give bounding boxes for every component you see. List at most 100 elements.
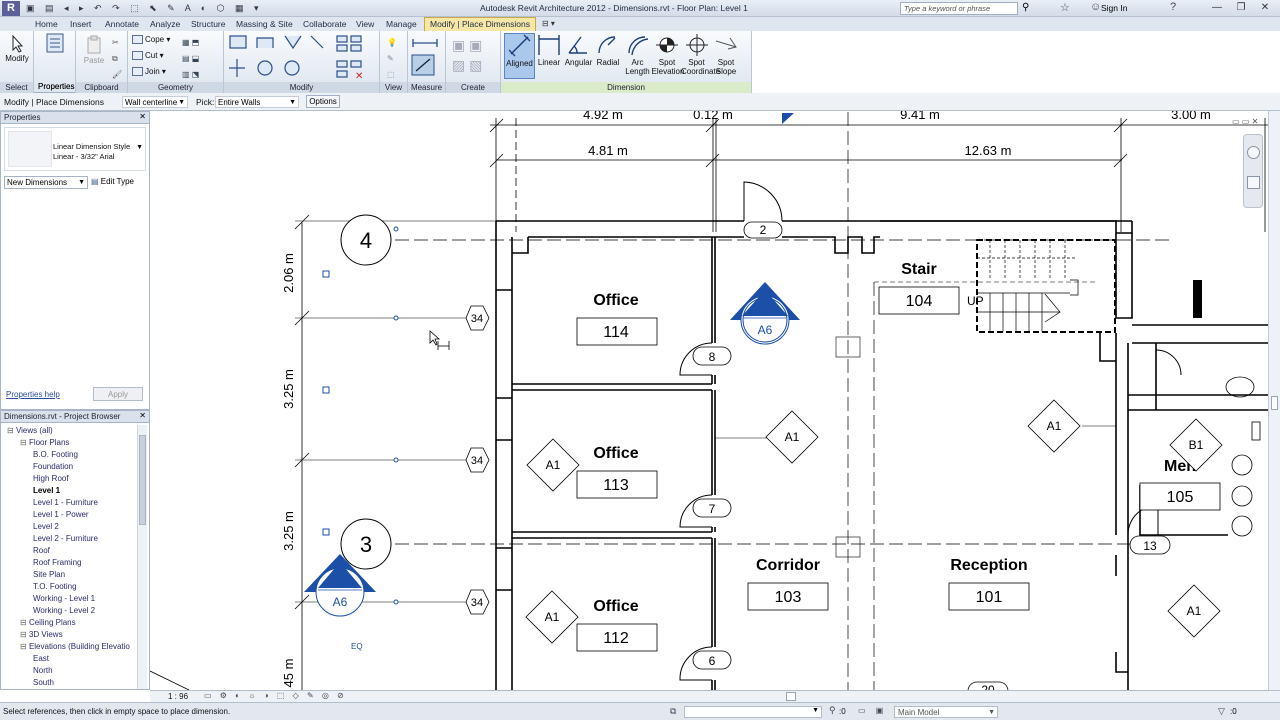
instance-filter-dropdown[interactable]: New Dimensions ▼ xyxy=(4,176,88,189)
dimension-spot-elevation-button[interactable]: Spot Elevation xyxy=(652,33,684,76)
tab-collaborate[interactable]: Collaborate xyxy=(298,17,351,31)
door-tag-8[interactable]: 8 xyxy=(709,350,716,364)
floor-plan-drawing[interactable]: 4 3 Office 114 Office 113 Office 112 Sta… xyxy=(150,111,1268,690)
drawing-area[interactable]: 4 3 Office 114 Office 113 Office 112 Sta… xyxy=(150,111,1268,690)
dim-top-2[interactable]: 0.12 m xyxy=(693,111,733,122)
scroll-thumb[interactable] xyxy=(1271,396,1278,410)
minimize-icon[interactable]: — xyxy=(1206,2,1228,15)
sign-in-link[interactable]: Sign In xyxy=(1101,3,1127,13)
design-option-dropdown[interactable]: Main Model ▼ xyxy=(894,706,998,718)
room-number-112[interactable]: 112 xyxy=(603,630,629,647)
browser-scrollbar[interactable] xyxy=(137,425,147,689)
editable-only-icon[interactable]: ⚲ xyxy=(829,705,836,716)
close-icon[interactable]: ✕ xyxy=(1254,2,1276,15)
type-tag-a1-3[interactable]: A1 xyxy=(1047,419,1062,433)
user-icon[interactable]: ☺ xyxy=(1090,1,1101,13)
tab-insert[interactable]: Insert xyxy=(65,17,96,31)
door-tag-20[interactable]: 20 xyxy=(981,683,995,690)
view-tools-icons[interactable]: 💡 ✎ ⬚ xyxy=(387,35,397,83)
type-tag-a1-4[interactable]: A1 xyxy=(545,610,560,624)
type-selector[interactable]: Linear Dimension Style Linear - 3/32" Ar… xyxy=(4,127,146,171)
dim-left-4[interactable]: 45 m xyxy=(281,659,296,688)
ribbon-minimize-icon[interactable]: ⊟ ▾ xyxy=(542,19,555,28)
room-name-corridor[interactable]: Corridor xyxy=(756,557,820,574)
quick-access-toolbar[interactable]: ▣ ▤ ◂ ▸ ↶ ↷ ⬚ ⬉ ✎ A ◐ ⬡ ▦ ▾ xyxy=(26,3,326,14)
browser-item[interactable]: Working - Level 1 xyxy=(33,593,95,605)
zoom-icon[interactable] xyxy=(1247,176,1260,189)
browser-item[interactable]: South xyxy=(33,677,54,687)
steering-wheel-icon[interactable] xyxy=(1247,146,1260,159)
search-input[interactable]: Type a keyword or phrase xyxy=(900,2,1018,15)
browser-item[interactable]: ⊟ Ceiling Plans xyxy=(20,617,76,629)
room-number-101[interactable]: 101 xyxy=(976,589,1003,606)
pick-dropdown[interactable]: Entire Walls ▼ xyxy=(215,96,299,108)
dimension-linear-button[interactable]: Linear xyxy=(534,33,565,67)
dimension-arc-length-button[interactable]: Arc Length xyxy=(622,33,653,76)
browser-item[interactable]: Roof Framing xyxy=(33,557,81,569)
dim-left-1[interactable]: 2.06 m xyxy=(281,253,296,293)
expand-icon[interactable]: ⊟ xyxy=(20,630,29,639)
expand-icon[interactable]: ⊟ xyxy=(7,426,16,435)
browser-item[interactable]: ⊟ Floor Plans xyxy=(20,437,69,449)
browser-item[interactable]: Site Plan xyxy=(33,569,65,581)
section-marker-3-sheet[interactable]: A6 xyxy=(758,323,773,337)
wall-tag-34-a[interactable]: 34 xyxy=(471,313,483,325)
browser-item[interactable]: Working - Level 2 xyxy=(33,605,95,617)
tab-massing-site[interactable]: Massing & Site xyxy=(231,17,298,31)
tab-home[interactable]: Home xyxy=(30,17,63,31)
type-tag-a1-1[interactable]: A1 xyxy=(546,458,561,472)
browser-item[interactable]: Level 1 - Power xyxy=(33,509,89,521)
paste-button[interactable]: Paste xyxy=(80,35,108,65)
properties-help-link[interactable]: Properties help xyxy=(6,390,60,399)
tab-annotate[interactable]: Annotate xyxy=(100,17,144,31)
options-button[interactable]: Options xyxy=(306,95,340,108)
browser-item[interactable]: Level 2 xyxy=(33,521,59,533)
browser-item[interactable]: Level 1 xyxy=(33,485,60,497)
browser-item[interactable]: T.O. Footing xyxy=(33,581,77,593)
edit-type-button[interactable]: ▤ Edit Type xyxy=(91,176,147,189)
room-number-103[interactable]: 103 xyxy=(775,589,802,606)
browser-item[interactable]: Foundation xyxy=(33,461,73,473)
viewcube-icons[interactable]: ▭ ▭ ✕ xyxy=(1232,117,1258,126)
expand-icon[interactable]: ⊟ xyxy=(20,438,29,447)
dim-top-4[interactable]: 3.00 m xyxy=(1171,111,1211,122)
browser-item[interactable]: Level 1 - Furniture xyxy=(33,497,98,509)
dim-top-1[interactable]: 4.92 m xyxy=(583,111,623,122)
cut-copy-icons[interactable]: ✂ ⧉ 🖌 xyxy=(112,35,122,83)
dim-second-1[interactable]: 4.81 m xyxy=(588,143,628,158)
section-marker-1-sheet[interactable]: A6 xyxy=(333,595,348,609)
create-tools-icons[interactable]: ▣ ▣ ▨ ▧ xyxy=(452,35,482,75)
join-button[interactable]: Join ▾ xyxy=(132,67,166,77)
cope-button[interactable]: Cope ▾ xyxy=(132,35,170,45)
tab-structure[interactable]: Structure xyxy=(186,17,231,31)
dimension-radial-button[interactable]: Radial xyxy=(593,33,624,67)
placement-dropdown[interactable]: Wall centerline ▼ xyxy=(122,96,188,108)
close-icon[interactable]: ✕ xyxy=(139,411,146,420)
dim-left-3[interactable]: 3.25 m xyxy=(281,511,296,551)
room-name-office-114[interactable]: Office xyxy=(593,292,638,309)
type-tag-a1-2[interactable]: A1 xyxy=(785,430,800,444)
room-number-104[interactable]: 104 xyxy=(906,293,933,310)
browser-item[interactable]: Level 2 - Furniture xyxy=(33,533,98,545)
filter-funnel-icon[interactable]: ▽ xyxy=(1218,706,1225,717)
apply-button[interactable]: Apply xyxy=(93,387,143,401)
type-tag-b1[interactable]: B1 xyxy=(1189,438,1204,452)
room-name-office-112[interactable]: Office xyxy=(593,598,638,615)
wall-tag-34-c[interactable]: 34 xyxy=(471,597,483,609)
dimension-angular-button[interactable]: Angular xyxy=(563,33,594,67)
tab-manage[interactable]: Manage xyxy=(381,17,422,31)
door-tag-2[interactable]: 2 xyxy=(760,223,767,237)
browser-item[interactable]: ⊟ Elevations (Building Elevatio xyxy=(20,641,130,653)
dimension-aligned-button[interactable]: Aligned xyxy=(504,33,535,79)
section-marker-1-number[interactable]: 1 xyxy=(337,574,344,588)
room-number-113[interactable]: 113 xyxy=(603,477,629,494)
worksharing-icon[interactable]: ⧉ xyxy=(670,706,676,717)
scroll-thumb[interactable] xyxy=(139,435,146,525)
dim-left-2[interactable]: 3.25 m xyxy=(281,369,296,409)
room-name-office-113[interactable]: Office xyxy=(593,445,638,462)
grid-bubble-3[interactable]: 3 xyxy=(360,532,372,557)
view-control-icons[interactable]: ▭ ⚙ ◐ ☼ ◑ ⬚ ◇ ✎ ◎ ⊘ xyxy=(204,691,347,701)
dim-second-2[interactable]: 12.63 m xyxy=(965,143,1012,158)
modify-tools-icons[interactable]: ✕ xyxy=(227,33,377,81)
dimension-spot-slope-button[interactable]: Spot Slope xyxy=(711,33,742,76)
